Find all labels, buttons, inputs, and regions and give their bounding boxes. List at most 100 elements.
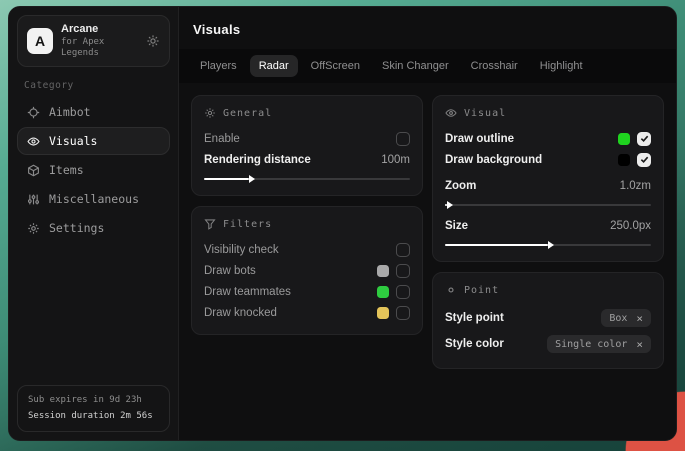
- tab-crosshair[interactable]: Crosshair: [462, 55, 527, 77]
- brand-subtitle: for Apex Legends: [61, 37, 138, 60]
- subscription-info-card: Sub expires in 9d 23h Session duration 2…: [17, 385, 170, 432]
- package-icon: [27, 164, 40, 177]
- sun-gear-icon: [204, 107, 216, 119]
- draw-bots-color-swatch[interactable]: [377, 265, 389, 277]
- sidebar: A Arcane for Apex Legends Category Aimbo…: [9, 7, 179, 440]
- rendering-distance-row: Rendering distance 100m: [204, 149, 410, 170]
- tab-players[interactable]: Players: [191, 55, 246, 77]
- page-title: Visuals: [193, 22, 662, 37]
- tab-bar: Players Radar OffScreen Skin Changer Cro…: [179, 49, 676, 83]
- enable-label: Enable: [204, 133, 240, 145]
- tab-highlight[interactable]: Highlight: [531, 55, 592, 77]
- draw-bots-checkbox[interactable]: [396, 264, 410, 278]
- visibility-check-checkbox[interactable]: [396, 243, 410, 257]
- category-label: Category: [24, 80, 163, 91]
- sidebar-item-label: Visuals: [49, 134, 97, 148]
- slider-thumb[interactable]: [548, 241, 554, 249]
- style-color-row: Style color Single color ×: [445, 331, 651, 357]
- tab-radar[interactable]: Radar: [250, 55, 298, 77]
- eye-icon: [445, 107, 457, 119]
- draw-teammates-checkbox[interactable]: [396, 285, 410, 299]
- draw-knocked-row: Draw knocked: [204, 302, 410, 323]
- brand-settings-gear-icon[interactable]: [146, 34, 160, 48]
- zoom-row: Zoom 1.0zm: [445, 175, 651, 196]
- brand-name: Arcane: [61, 23, 138, 37]
- draw-outline-row: Draw outline: [445, 128, 651, 149]
- brand-card: A Arcane for Apex Legends: [17, 15, 170, 67]
- size-label: Size: [445, 220, 468, 232]
- remove-icon[interactable]: ×: [636, 339, 643, 350]
- sidebar-item-label: Aimbot: [49, 105, 91, 119]
- style-point-row: Style point Box ×: [445, 305, 651, 331]
- draw-teammates-row: Draw teammates: [204, 281, 410, 302]
- crosshair-icon: [27, 106, 40, 119]
- style-point-value: Box: [609, 313, 627, 324]
- draw-background-label: Draw background: [445, 154, 542, 166]
- sidebar-item-label: Settings: [49, 221, 104, 235]
- size-row: Size 250.0px: [445, 215, 651, 236]
- draw-background-color-swatch[interactable]: [618, 154, 630, 166]
- draw-knocked-color-swatch[interactable]: [377, 307, 389, 319]
- slider-thumb[interactable]: [447, 201, 453, 209]
- remove-icon[interactable]: ×: [636, 313, 643, 324]
- sub-expiry-text: Sub expires in 9d 23h: [28, 393, 159, 408]
- sidebar-item-aimbot[interactable]: Aimbot: [17, 98, 170, 126]
- brand-logo: A: [27, 28, 53, 54]
- style-color-chip[interactable]: Single color ×: [547, 335, 651, 353]
- panel-title: Visual: [464, 108, 506, 119]
- sidebar-item-label: Items: [49, 163, 84, 177]
- funnel-icon: [204, 218, 216, 230]
- main-area: Visuals Players Radar OffScreen Skin Cha…: [179, 7, 676, 440]
- session-duration-text: Session duration 2m 56s: [28, 409, 159, 424]
- draw-teammates-label: Draw teammates: [204, 286, 291, 298]
- sidebar-item-settings[interactable]: Settings: [17, 214, 170, 242]
- size-slider[interactable]: [445, 240, 651, 250]
- draw-outline-checkbox[interactable]: [637, 132, 651, 146]
- style-point-chip[interactable]: Box ×: [601, 309, 651, 327]
- panel-visual: Visual Draw outline Draw background: [432, 95, 664, 262]
- content-grid: General Enable Rendering distance 100m: [179, 83, 676, 440]
- dot-icon: [445, 284, 457, 296]
- draw-background-checkbox[interactable]: [637, 153, 651, 167]
- tab-offscreen[interactable]: OffScreen: [302, 55, 369, 77]
- eye-icon: [27, 135, 40, 148]
- zoom-value: 1.0zm: [620, 180, 651, 192]
- style-color-label: Style color: [445, 338, 504, 350]
- draw-knocked-label: Draw knocked: [204, 307, 277, 319]
- panel-general: General Enable Rendering distance 100m: [191, 95, 423, 196]
- rendering-distance-slider[interactable]: [204, 174, 410, 184]
- sliders-icon: [27, 193, 40, 206]
- draw-teammates-color-swatch[interactable]: [377, 286, 389, 298]
- draw-bots-row: Draw bots: [204, 260, 410, 281]
- main-header: Visuals: [179, 7, 676, 49]
- draw-bots-label: Draw bots: [204, 265, 256, 277]
- draw-outline-color-swatch[interactable]: [618, 133, 630, 145]
- visibility-check-label: Visibility check: [204, 244, 279, 256]
- draw-background-row: Draw background: [445, 149, 651, 170]
- enable-row: Enable: [204, 128, 410, 149]
- zoom-slider[interactable]: [445, 200, 651, 210]
- tab-skin-changer[interactable]: Skin Changer: [373, 55, 458, 77]
- sidebar-item-items[interactable]: Items: [17, 156, 170, 184]
- style-color-value: Single color: [555, 339, 627, 350]
- visibility-check-row: Visibility check: [204, 239, 410, 260]
- panel-title: General: [223, 108, 272, 119]
- panel-filters: Filters Visibility check Draw bots: [191, 206, 423, 335]
- sidebar-item-miscellaneous[interactable]: Miscellaneous: [17, 185, 170, 213]
- draw-knocked-checkbox[interactable]: [396, 306, 410, 320]
- draw-outline-label: Draw outline: [445, 133, 514, 145]
- enable-checkbox[interactable]: [396, 132, 410, 146]
- sidebar-item-visuals[interactable]: Visuals: [17, 127, 170, 155]
- rendering-distance-value: 100m: [381, 154, 410, 166]
- rendering-distance-label: Rendering distance: [204, 154, 311, 166]
- gear-icon: [27, 222, 40, 235]
- sidebar-item-label: Miscellaneous: [49, 192, 139, 206]
- zoom-label: Zoom: [445, 180, 476, 192]
- panel-title: Filters: [223, 219, 272, 230]
- app-window: A Arcane for Apex Legends Category Aimbo…: [8, 6, 677, 441]
- style-point-label: Style point: [445, 312, 504, 324]
- size-value: 250.0px: [610, 220, 651, 232]
- panel-point: Point Style point Box × Style color Sing…: [432, 272, 664, 369]
- panel-title: Point: [464, 285, 499, 296]
- slider-thumb[interactable]: [249, 175, 255, 183]
